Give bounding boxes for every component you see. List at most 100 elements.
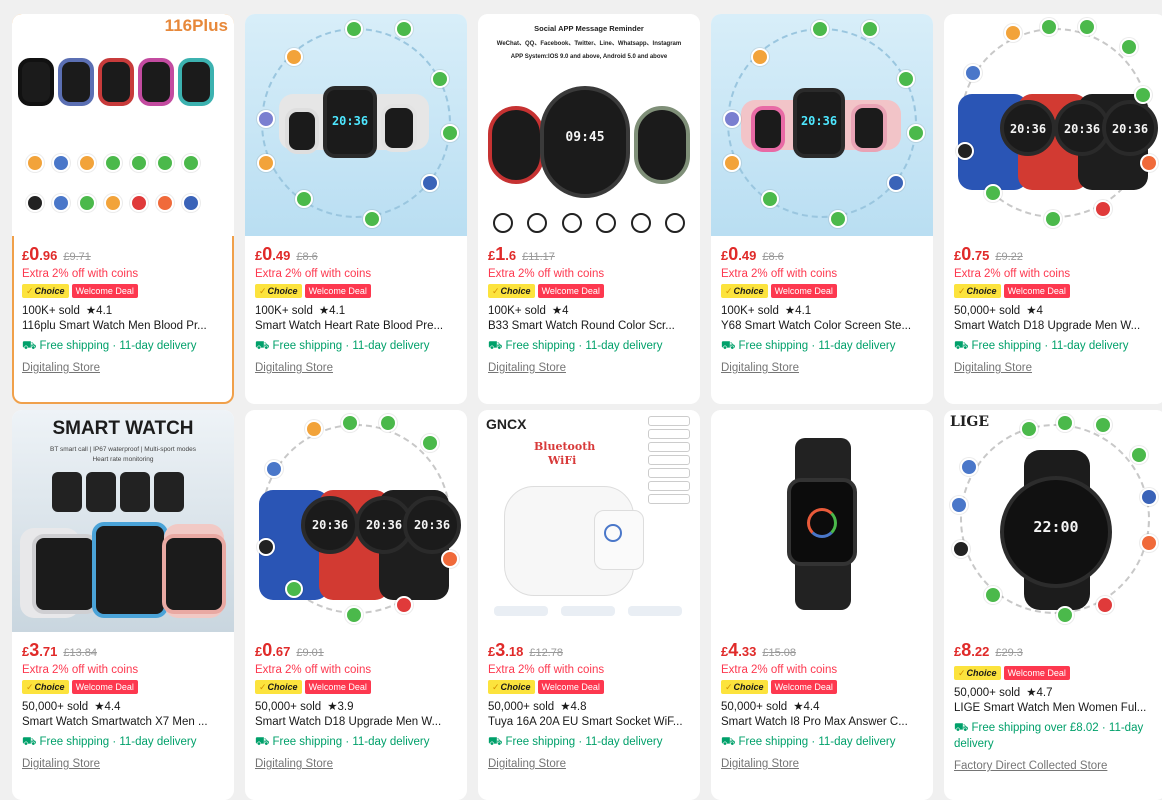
welcome-deal-badge: Welcome Deal [1003,666,1070,680]
product-card[interactable]: £4.33 £15.08 Extra 2% off with coins ✓Ch… [711,410,933,800]
product-image[interactable]: SMART WATCH BT smart call | IP67 waterpr… [12,410,234,632]
product-title[interactable]: 116plu Smart Watch Men Blood Pr... [22,320,224,332]
original-price: £8.6 [296,251,318,263]
product-title[interactable]: B33 Smart Watch Round Color Scr... [488,320,690,332]
store-link[interactable]: Digitaling Store [255,758,457,770]
image-bluetooth-label: Bluetooth [534,440,596,453]
product-title[interactable]: Smart Watch Smartwatch X7 Men ... [22,716,224,728]
watch-time: 20:36 [331,114,369,128]
product-image[interactable]: 20:36 [245,14,467,236]
choice-badge: ✓Choice [721,680,768,694]
product-image[interactable] [711,410,933,632]
image-heading: Social APP Message Reminder [534,24,644,33]
store-link[interactable]: Digitaling Store [488,362,690,374]
product-image[interactable]: LIGE 22:00 [944,410,1162,632]
product-image[interactable]: 20:36 20:36 20:36 [245,410,467,632]
welcome-deal-badge: Welcome Deal [537,284,604,298]
truck-icon: ⛟ [488,736,503,748]
store-link[interactable]: Digitaling Store [954,362,1156,374]
product-title[interactable]: Tuya 16A 20A EU Smart Socket WiF... [488,716,690,728]
image-subheading-2: APP System:IOS 9.0 and above, Android 5.… [510,54,668,60]
image-brand-text: LIGE [950,414,990,430]
rating: ★4.1 [85,305,113,317]
check-icon: ✓ [492,286,500,296]
shipping-info: ⛟ Free shipping · 11-day delivery [954,340,1129,352]
watch-time: 20:36 [311,518,349,532]
store-link[interactable]: Digitaling Store [721,362,923,374]
sale-price: £0.49 [721,244,757,264]
shipping-info: ⛟ Free shipping · 11-day delivery [255,340,430,352]
product-card[interactable]: SMART WATCH BT smart call | IP67 waterpr… [12,410,234,800]
sale-price: £0.96 [22,244,58,264]
truck-icon: ⛟ [954,722,969,734]
store-link[interactable]: Digitaling Store [721,758,923,770]
shipping-info: ⛟ Free shipping over £8.02 · 11-day deliv… [954,722,1144,750]
store-link[interactable]: Digitaling Store [22,758,224,770]
coin-promo: Extra 2% off with coins [954,268,1071,280]
rating: ★4.4 [94,701,121,713]
coin-promo: Extra 2% off with coins [255,664,372,676]
original-price: £29.3 [995,647,1023,659]
product-title[interactable]: Smart Watch D18 Upgrade Men W... [255,716,457,728]
image-heading: SMART WATCH [52,418,194,439]
product-card[interactable]: Social APP Message Reminder WeChat、QQ、Fa… [478,14,700,404]
product-image[interactable]: 20:36 20:36 20:36 [944,14,1162,236]
coin-promo: Extra 2% off with coins [721,664,838,676]
product-image[interactable]: GNCX Bluetooth WiFi [478,410,700,632]
welcome-deal-badge: Welcome Deal [770,284,837,298]
product-image[interactable]: Social APP Message Reminder WeChat、QQ、Fa… [478,14,700,236]
check-icon: ✓ [26,286,34,296]
original-price: £15.08 [762,647,796,659]
product-title[interactable]: Smart Watch Heart Rate Blood Pre... [255,320,457,332]
store-link[interactable]: Factory Direct Collected Store [954,760,1156,772]
sold-count: 50,000+ sold ★4 [954,305,1043,317]
store-link[interactable]: Digitaling Store [488,758,690,770]
product-title[interactable]: Y68 Smart Watch Color Screen Ste... [721,320,923,332]
truck-icon: ⛟ [721,340,736,352]
rating: ★4 [1026,305,1043,317]
product-card[interactable]: 20:36 £0.49 £8.6 Extra 2% off with coins… [711,14,933,404]
sold-count: 100K+ sold ★4.1 [721,305,812,317]
sold-count: 100K+ sold ★4.1 [22,305,113,317]
product-image[interactable]: 20:36 [711,14,933,236]
check-icon: ✓ [958,286,966,296]
check-icon: ✓ [26,682,34,692]
product-title[interactable]: Smart Watch D18 Upgrade Men W... [954,320,1156,332]
choice-badge: ✓Choice [488,680,535,694]
check-icon: ✓ [259,286,267,296]
product-card[interactable]: 20:36 £0.49 £8.6 Extra 2% off with coins… [245,14,467,404]
rating: ★3.9 [327,701,354,713]
check-icon: ✓ [958,668,966,678]
image-subheading-2: Heart rate monitoring [92,456,154,463]
product-card[interactable]: 20:36 20:36 20:36 £0.75 £9.22 Extra 2% o… [944,14,1162,404]
store-link[interactable]: Digitaling Store [22,362,224,374]
welcome-deal-badge: Welcome Deal [304,284,371,298]
choice-badge: ✓Choice [22,284,69,298]
welcome-deal-badge: Welcome Deal [71,680,138,694]
check-icon: ✓ [725,682,733,692]
truck-icon: ⛟ [22,736,37,748]
shipping-info: ⛟ Free shipping · 11-day delivery [721,340,896,352]
sold-count: 50,000+ sold ★3.9 [255,701,354,713]
welcome-deal-badge: Welcome Deal [537,680,604,694]
product-title[interactable]: LIGE Smart Watch Men Women Ful... [954,702,1156,714]
product-title[interactable]: Smart Watch I8 Pro Max Answer C... [721,716,923,728]
product-card[interactable]: LIGE 22:00 £8.22 £29.3 ✓Choice Welcome D… [944,410,1162,800]
store-link[interactable]: Digitaling Store [255,362,457,374]
image-brand-text: GNCX [486,416,527,432]
coin-promo: Extra 2% off with coins [721,268,838,280]
check-icon: ✓ [725,286,733,296]
image-subheading: BT smart call | IP67 waterproof | Multi-… [50,446,196,453]
original-price: £8.6 [762,251,784,263]
product-card[interactable]: 20:36 20:36 20:36 £0.67 £9.01 Extra 2% o… [245,410,467,800]
shipping-info: ⛟ Free shipping · 11-day delivery [721,736,896,748]
shipping-info: ⛟ Free shipping · 11-day delivery [22,340,197,352]
coin-promo: Extra 2% off with coins [22,268,139,280]
truck-icon: ⛟ [255,736,270,748]
product-card[interactable]: 116Plus £0.96 £9.71 Extra 2% off with co… [12,14,234,404]
sold-count: 50,000+ sold ★4.8 [488,701,587,713]
truck-icon: ⛟ [488,340,503,352]
product-image[interactable]: 116Plus [12,14,234,236]
sale-price: £0.49 [255,244,291,264]
product-card[interactable]: GNCX Bluetooth WiFi £3.18 £12.78 Extra 2… [478,410,700,800]
